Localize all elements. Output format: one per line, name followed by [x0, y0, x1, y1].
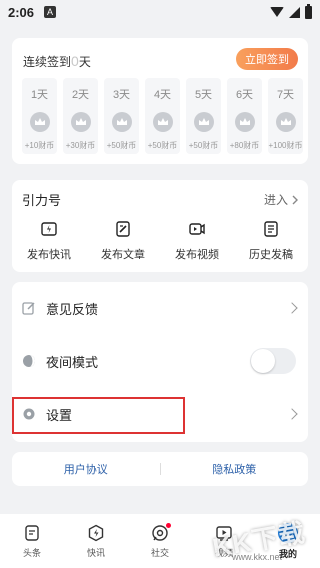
- day-reward: +80财币: [229, 141, 260, 150]
- chevron-right-icon: [286, 302, 298, 314]
- feedback-row[interactable]: 意见反馈: [12, 282, 308, 334]
- tab-flash[interactable]: 快讯: [71, 524, 121, 559]
- night-mode-row: 夜间模式: [12, 335, 308, 387]
- day-reward: +50财币: [106, 141, 137, 150]
- history-drafts-label: 历史发稿: [249, 249, 293, 261]
- day-reward: +50财币: [188, 141, 219, 150]
- sign-in-prefix: 连续签到: [23, 55, 72, 69]
- watermark-url: www.kkx.net: [232, 552, 283, 562]
- day-reward: +100财币: [268, 141, 303, 150]
- status-icons: [270, 3, 312, 19]
- sign-in-days: 1天 +10财币 2天 +30财币 3天 +50财币 4天 +50财币 5天 +…: [22, 78, 303, 154]
- toggle-knob: [251, 349, 275, 373]
- battery-icon: [305, 3, 312, 19]
- edit-article-icon: [116, 221, 130, 237]
- sign-in-count: 0: [71, 53, 79, 69]
- sign-in-day-1: 1天 +10财币: [22, 78, 57, 154]
- feedback-edit-icon: [22, 302, 35, 315]
- user-agreement-link[interactable]: 用户协议: [12, 461, 160, 477]
- video-icon: [189, 223, 205, 235]
- status-bar: 2:06 A: [0, 0, 320, 24]
- sign-in-streak: 连续签到0天: [23, 53, 91, 70]
- crown-icon: [152, 112, 173, 132]
- crown-icon: [29, 112, 50, 132]
- chevron-right-icon: [292, 195, 298, 204]
- flash-news-icon: [41, 222, 57, 236]
- sign-in-day-7: 7天 +100财币: [268, 78, 303, 154]
- sign-in-day-2: 2天 +30财币: [63, 78, 98, 154]
- status-time: 2:06: [8, 4, 35, 20]
- night-mode-icon: [23, 355, 35, 367]
- settings-highlight-box: [12, 397, 185, 434]
- yinli-actions: 发布快讯 发布文章 发布视频 历史发稿: [12, 220, 308, 262]
- day-reward: +50财币: [147, 141, 178, 150]
- crown-icon: [193, 112, 214, 132]
- yinli-enter-link[interactable]: 进入: [264, 191, 298, 208]
- privacy-policy-link[interactable]: 隐私政策: [161, 461, 309, 477]
- headline-icon: [25, 524, 39, 541]
- sign-in-day-3: 3天 +50财币: [104, 78, 139, 154]
- tab-social[interactable]: 社交: [135, 522, 185, 559]
- chevron-right-icon: [286, 408, 298, 420]
- yinli-card: 引力号 进入 发布快讯 发布文章 发布视频 历史发稿: [12, 180, 308, 272]
- day-label: 4天: [153, 89, 172, 101]
- document-icon: [264, 221, 278, 237]
- tab-headline[interactable]: 头条: [7, 524, 57, 559]
- signal-icon: [289, 6, 300, 18]
- publish-article-label: 发布文章: [101, 249, 145, 261]
- wifi-icon: [270, 7, 284, 17]
- history-drafts-button[interactable]: 历史发稿: [236, 220, 306, 262]
- day-reward: +10财币: [24, 141, 55, 150]
- publish-article-button[interactable]: 发布文章: [88, 220, 158, 262]
- publish-video-label: 发布视频: [175, 249, 219, 261]
- sign-in-day-4: 4天 +50财币: [145, 78, 180, 154]
- tab-social-label: 社交: [150, 547, 169, 558]
- sign-in-card: 连续签到0天 立即签到 1天 +10财币 2天 +30财币 3天 +50财币 4…: [12, 38, 308, 164]
- day-label: 3天: [112, 89, 131, 101]
- publish-video-button[interactable]: 发布视频: [162, 220, 232, 262]
- publish-flash-label: 发布快讯: [27, 249, 71, 261]
- crown-icon: [70, 112, 91, 132]
- publish-flash-button[interactable]: 发布快讯: [14, 220, 84, 262]
- tab-flash-label: 快讯: [86, 547, 105, 558]
- yinli-enter-label: 进入: [263, 193, 288, 207]
- sign-in-now-button[interactable]: 立即签到: [236, 48, 298, 70]
- flash-icon: [88, 524, 104, 541]
- day-label: 7天: [276, 89, 295, 101]
- crown-icon: [234, 112, 255, 132]
- yinli-title: 引力号: [22, 193, 62, 208]
- sign-in-day-5: 5天 +50财币: [186, 78, 221, 154]
- crown-icon: [111, 112, 132, 132]
- day-label: 2天: [71, 89, 90, 101]
- day-label: 6天: [235, 89, 254, 101]
- feedback-label: 意见反馈: [46, 301, 99, 317]
- crown-icon: [275, 112, 296, 132]
- day-reward: +30财币: [65, 141, 96, 150]
- notification-a-icon: A: [44, 6, 57, 18]
- tab-headline-label: 头条: [22, 547, 41, 558]
- day-label: 1天: [30, 89, 49, 101]
- night-mode-toggle[interactable]: [250, 348, 296, 374]
- day-label: 5天: [194, 89, 213, 101]
- night-mode-label: 夜间模式: [46, 354, 99, 370]
- sign-in-day-6: 6天 +80财币: [227, 78, 262, 154]
- notification-dot: [166, 522, 171, 528]
- sign-in-suffix: 天: [78, 55, 91, 69]
- agreement-card: 用户协议 隐私政策: [12, 452, 308, 486]
